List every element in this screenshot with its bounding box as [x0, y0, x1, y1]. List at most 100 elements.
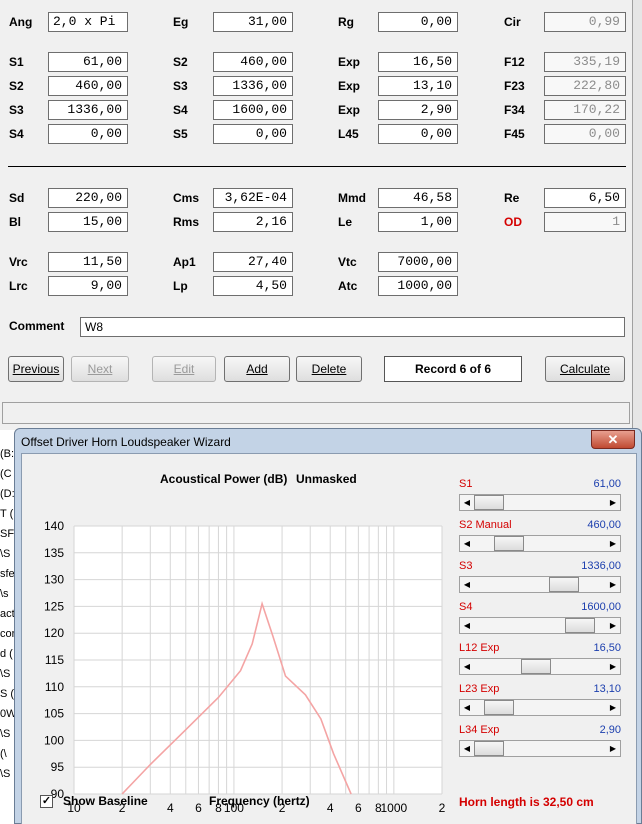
slider-thumb[interactable] [494, 536, 524, 551]
field-label-exp: Exp [338, 103, 361, 117]
field-label-f23: F23 [504, 79, 525, 93]
y-tick-label: 120 [44, 626, 64, 640]
scroll-right-icon[interactable]: ▶ [606, 495, 620, 510]
slider-label: L23 Exp [459, 683, 500, 695]
slider-track[interactable]: ◀ ▶ [459, 699, 621, 716]
field-label-eg: Eg [173, 15, 189, 29]
field-f12-input[interactable]: 335,19 [544, 52, 626, 72]
acoustic-power-chart: 909510010511011512012513013514010 2 4 6 8 100… [44, 519, 446, 815]
field-label-f45: F45 [504, 127, 525, 141]
field-exp-input[interactable]: 2,90 [378, 100, 458, 120]
slider-value: 2,90 [599, 724, 621, 736]
field-s5-input[interactable]: 0,00 [213, 124, 293, 144]
x-tick-label: 6 [355, 801, 362, 815]
scroll-left-icon[interactable]: ◀ [460, 741, 474, 756]
x-tick-label: 4 [167, 801, 174, 815]
field-cms-input[interactable]: 3,62E-04 [213, 188, 293, 208]
field-rms-input[interactable]: 2,16 [213, 212, 293, 232]
field-exp-input[interactable]: 13,10 [378, 76, 458, 96]
scroll-right-icon[interactable]: ▶ [606, 618, 620, 633]
field-s1-input[interactable]: 61,00 [48, 52, 128, 72]
field-re-input[interactable]: 6,50 [544, 188, 626, 208]
y-tick-label: 130 [44, 573, 64, 587]
scroll-right-icon[interactable]: ▶ [606, 700, 620, 715]
slider-thumb[interactable] [474, 741, 504, 756]
field-f23-input[interactable]: 222,80 [544, 76, 626, 96]
show-baseline-checkbox[interactable]: ✓ [40, 795, 53, 808]
slider-value: 13,10 [593, 683, 621, 695]
field-mmd-input[interactable]: 46,58 [378, 188, 458, 208]
calculate-button[interactable]: Calculate [545, 356, 625, 382]
field-label-cms: Cms [173, 191, 200, 205]
field-s2-input[interactable]: 460,00 [48, 76, 128, 96]
delete-button[interactable]: Delete [296, 356, 362, 382]
y-tick-label: 95 [51, 760, 65, 774]
scroll-left-icon[interactable]: ◀ [460, 536, 474, 551]
scroll-right-icon[interactable]: ▶ [606, 741, 620, 756]
field-eg-input[interactable]: 31,00 [213, 12, 293, 32]
slider-thumb[interactable] [521, 659, 551, 674]
field-le-input[interactable]: 1,00 [378, 212, 458, 232]
field-f45-input[interactable]: 0,00 [544, 124, 626, 144]
x-tick-label: 1000 [381, 801, 408, 815]
scroll-left-icon[interactable]: ◀ [460, 659, 474, 674]
field-exp-input[interactable]: 16,50 [378, 52, 458, 72]
field-s3-input[interactable]: 1336,00 [213, 76, 293, 96]
show-baseline-label[interactable]: Show Baseline [63, 794, 148, 808]
slider-value: 16,50 [593, 642, 621, 654]
edit-button[interactable]: Edit [152, 356, 216, 382]
field-s4-input[interactable]: 0,00 [48, 124, 128, 144]
slider-track[interactable]: ◀ ▶ [459, 740, 621, 757]
field-vtc-input[interactable]: 7000,00 [378, 252, 458, 272]
field-label-s5: S5 [173, 127, 188, 141]
close-button[interactable]: ✕ [591, 430, 635, 449]
slider-thumb[interactable] [484, 700, 514, 715]
field-sd-input[interactable]: 220,00 [48, 188, 128, 208]
slider-track[interactable]: ◀ ▶ [459, 535, 621, 552]
scroll-right-icon[interactable]: ▶ [606, 536, 620, 551]
slider-thumb[interactable] [474, 495, 504, 510]
field-atc-input[interactable]: 1000,00 [378, 276, 458, 296]
x-tick-label: 4 [327, 801, 334, 815]
scroll-left-icon[interactable]: ◀ [460, 618, 474, 633]
slider-thumb[interactable] [565, 618, 595, 633]
field-lrc-input[interactable]: 9,00 [48, 276, 128, 296]
field-label-bl: Bl [9, 215, 21, 229]
field-s3-input[interactable]: 1336,00 [48, 100, 128, 120]
slider-track[interactable]: ◀ ▶ [459, 658, 621, 675]
add-button[interactable]: Add [224, 356, 290, 382]
scroll-right-icon[interactable]: ▶ [606, 659, 620, 674]
field-label-s4: S4 [173, 103, 188, 117]
next-button[interactable]: Next [71, 356, 129, 382]
slider-track[interactable]: ◀ ▶ [459, 617, 621, 634]
field-od-input[interactable]: 1 [544, 212, 626, 232]
previous-button[interactable]: Previous [8, 356, 64, 382]
scroll-left-icon[interactable]: ◀ [460, 577, 474, 592]
field-ap1-input[interactable]: 27,40 [213, 252, 293, 272]
x-tick-label: 6 [195, 801, 202, 815]
field-label-lp: Lp [173, 279, 188, 293]
scroll-right-icon[interactable]: ▶ [606, 577, 620, 592]
field-label-f34: F34 [504, 103, 525, 117]
field-bl-input[interactable]: 15,00 [48, 212, 128, 232]
scroll-left-icon[interactable]: ◀ [460, 495, 474, 510]
field-s4-input[interactable]: 1600,00 [213, 100, 293, 120]
field-s2-input[interactable]: 460,00 [213, 52, 293, 72]
field-lp-input[interactable]: 4,50 [213, 276, 293, 296]
slider-track[interactable]: ◀ ▶ [459, 576, 621, 593]
y-tick-label: 140 [44, 519, 64, 533]
comment-field[interactable]: W8 [80, 317, 625, 337]
field-ang-input[interactable]: 2,0 x Pi [48, 12, 128, 32]
field-f34-input[interactable]: 170,22 [544, 100, 626, 120]
scroll-left-icon[interactable]: ◀ [460, 700, 474, 715]
field-l45-input[interactable]: 0,00 [378, 124, 458, 144]
window-border [632, 0, 642, 430]
field-cir-input[interactable]: 0,99 [544, 12, 626, 32]
field-label-re: Re [504, 191, 520, 205]
slider-track[interactable]: ◀ ▶ [459, 494, 621, 511]
field-vrc-input[interactable]: 11,50 [48, 252, 128, 272]
field-rg-input[interactable]: 0,00 [378, 12, 458, 32]
x-tick-label: 2 [439, 801, 446, 815]
separator-line [8, 166, 626, 167]
slider-thumb[interactable] [549, 577, 579, 592]
